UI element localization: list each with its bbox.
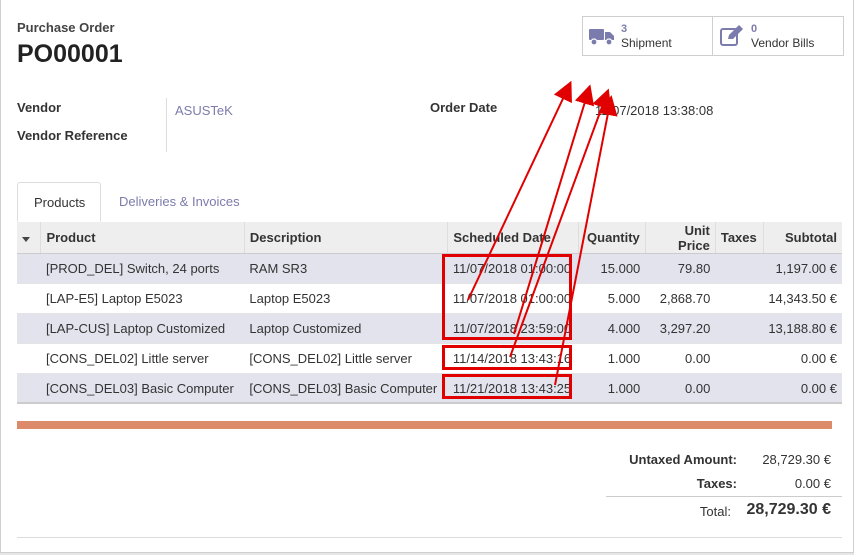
table-row[interactable]: [PROD_DEL] Switch, 24 ports RAM SR3 11/0… [17, 253, 842, 284]
cell-description: RAM SR3 [244, 253, 448, 284]
annotation-box-dates [442, 254, 572, 340]
column-header-unit-price[interactable]: Unit Price [644, 222, 716, 254]
truck-icon [587, 21, 617, 51]
cell-product: [LAP-CUS] Laptop Customized [40, 313, 245, 344]
cell-unit-price: 0.00 [645, 343, 716, 374]
table-row[interactable]: [LAP-CUS] Laptop Customized Laptop Custo… [17, 313, 842, 344]
cell-subtotal: 0.00 € [763, 373, 842, 404]
cell-product: [LAP-E5] Laptop E5023 [40, 283, 245, 314]
untaxed-amount-value: 28,729.30 € [762, 452, 831, 467]
field-divider [166, 98, 167, 152]
vendor-bills-smart-button[interactable]: 0 Vendor Bills [712, 16, 844, 56]
tab-deliveries-invoices[interactable]: Deliveries & Invoices [103, 182, 256, 222]
column-header-scheduled-date[interactable]: Scheduled Date [447, 222, 579, 254]
form-bottom-divider [17, 537, 842, 538]
vendor-bills-label: Vendor Bills [751, 36, 815, 50]
cell-taxes [715, 283, 764, 314]
cell-description: Laptop Customized [244, 313, 448, 344]
taxes-value: 0.00 € [794, 476, 831, 491]
cell-quantity: 1.000 [578, 373, 646, 404]
cell-product: [CONS_DEL03] Basic Computer [40, 373, 245, 404]
sort-handle-header[interactable] [17, 222, 41, 254]
cell-quantity: 1.000 [578, 343, 646, 374]
pencil-square-icon [717, 21, 747, 51]
progress-bar [17, 421, 832, 429]
notebook-tabs: Products Deliveries & Invoices [17, 182, 842, 223]
vendor-bills-count: 0 [751, 23, 758, 35]
annotation-box-date-4 [442, 345, 572, 370]
cell-product: [CONS_DEL02] Little server [40, 343, 245, 374]
shipment-count: 3 [621, 23, 628, 35]
cell-description: [CONS_DEL03] Basic Computer [244, 373, 448, 404]
vendor-reference-label: Vendor Reference [17, 128, 128, 143]
cell-taxes [715, 373, 764, 404]
table-row[interactable]: [LAP-E5] Laptop E5023 Laptop E5023 11/07… [17, 283, 842, 314]
cell-description: Laptop E5023 [244, 283, 448, 314]
document-type-label: Purchase Order [17, 20, 115, 35]
cell-unit-price: 0.00 [645, 373, 716, 404]
order-date-value: 11/07/2018 13:38:08 [595, 103, 714, 118]
cell-product: [PROD_DEL] Switch, 24 ports [40, 253, 245, 284]
cell-unit-price: 2,868.70 [645, 283, 716, 314]
cell-subtotal: 13,188.80 € [763, 313, 842, 344]
annotation-box-date-5 [442, 374, 572, 399]
shipment-label: Shipment [621, 36, 672, 50]
order-date-label: Order Date [430, 100, 498, 115]
column-header-product[interactable]: Product [40, 222, 245, 254]
column-header-taxes[interactable]: Taxes [714, 222, 764, 254]
cell-unit-price: 3,297.20 [645, 313, 716, 344]
column-header-subtotal[interactable]: Subtotal [762, 222, 842, 254]
cell-quantity: 4.000 [578, 313, 646, 344]
column-header-quantity[interactable]: Quantity [578, 222, 646, 254]
table-header-row: Product Description Scheduled Date Quant… [17, 222, 842, 254]
cell-subtotal: 0.00 € [763, 343, 842, 374]
cell-taxes [715, 313, 764, 344]
cell-description: [CONS_DEL02] Little server [244, 343, 448, 374]
order-lines-table: Product Description Scheduled Date Quant… [17, 222, 842, 404]
vendor-label: Vendor [17, 100, 62, 115]
total-label: Total: [699, 504, 731, 519]
purchase-order-sheet: Purchase Order PO00001 3 Shipment 0 Vend… [0, 0, 854, 553]
table-bottom-border [17, 402, 842, 404]
total-value: 28,729.30 € [746, 501, 831, 518]
taxes-label: Taxes: [696, 476, 737, 491]
table-row[interactable]: [CONS_DEL03] Basic Computer [CONS_DEL03]… [17, 373, 842, 404]
totals-separator [606, 496, 842, 497]
untaxed-amount-label: Untaxed Amount: [629, 452, 737, 467]
cell-quantity: 5.000 [578, 283, 646, 314]
caret-down-icon [22, 237, 30, 242]
cell-subtotal: 14,343.50 € [763, 283, 842, 314]
cell-quantity: 15.000 [578, 253, 646, 284]
vendor-link[interactable]: ASUSTeK [175, 103, 233, 118]
cell-subtotal: 1,197.00 € [763, 253, 842, 284]
cell-taxes [715, 343, 764, 374]
tab-products[interactable]: Products [17, 182, 101, 222]
shipment-smart-button[interactable]: 3 Shipment [582, 16, 713, 56]
table-row[interactable]: [CONS_DEL02] Little server [CONS_DEL02] … [17, 343, 842, 374]
order-reference: PO00001 [17, 40, 123, 68]
cell-unit-price: 79.80 [645, 253, 716, 284]
column-header-description[interactable]: Description [243, 222, 448, 254]
cell-taxes [715, 253, 764, 284]
